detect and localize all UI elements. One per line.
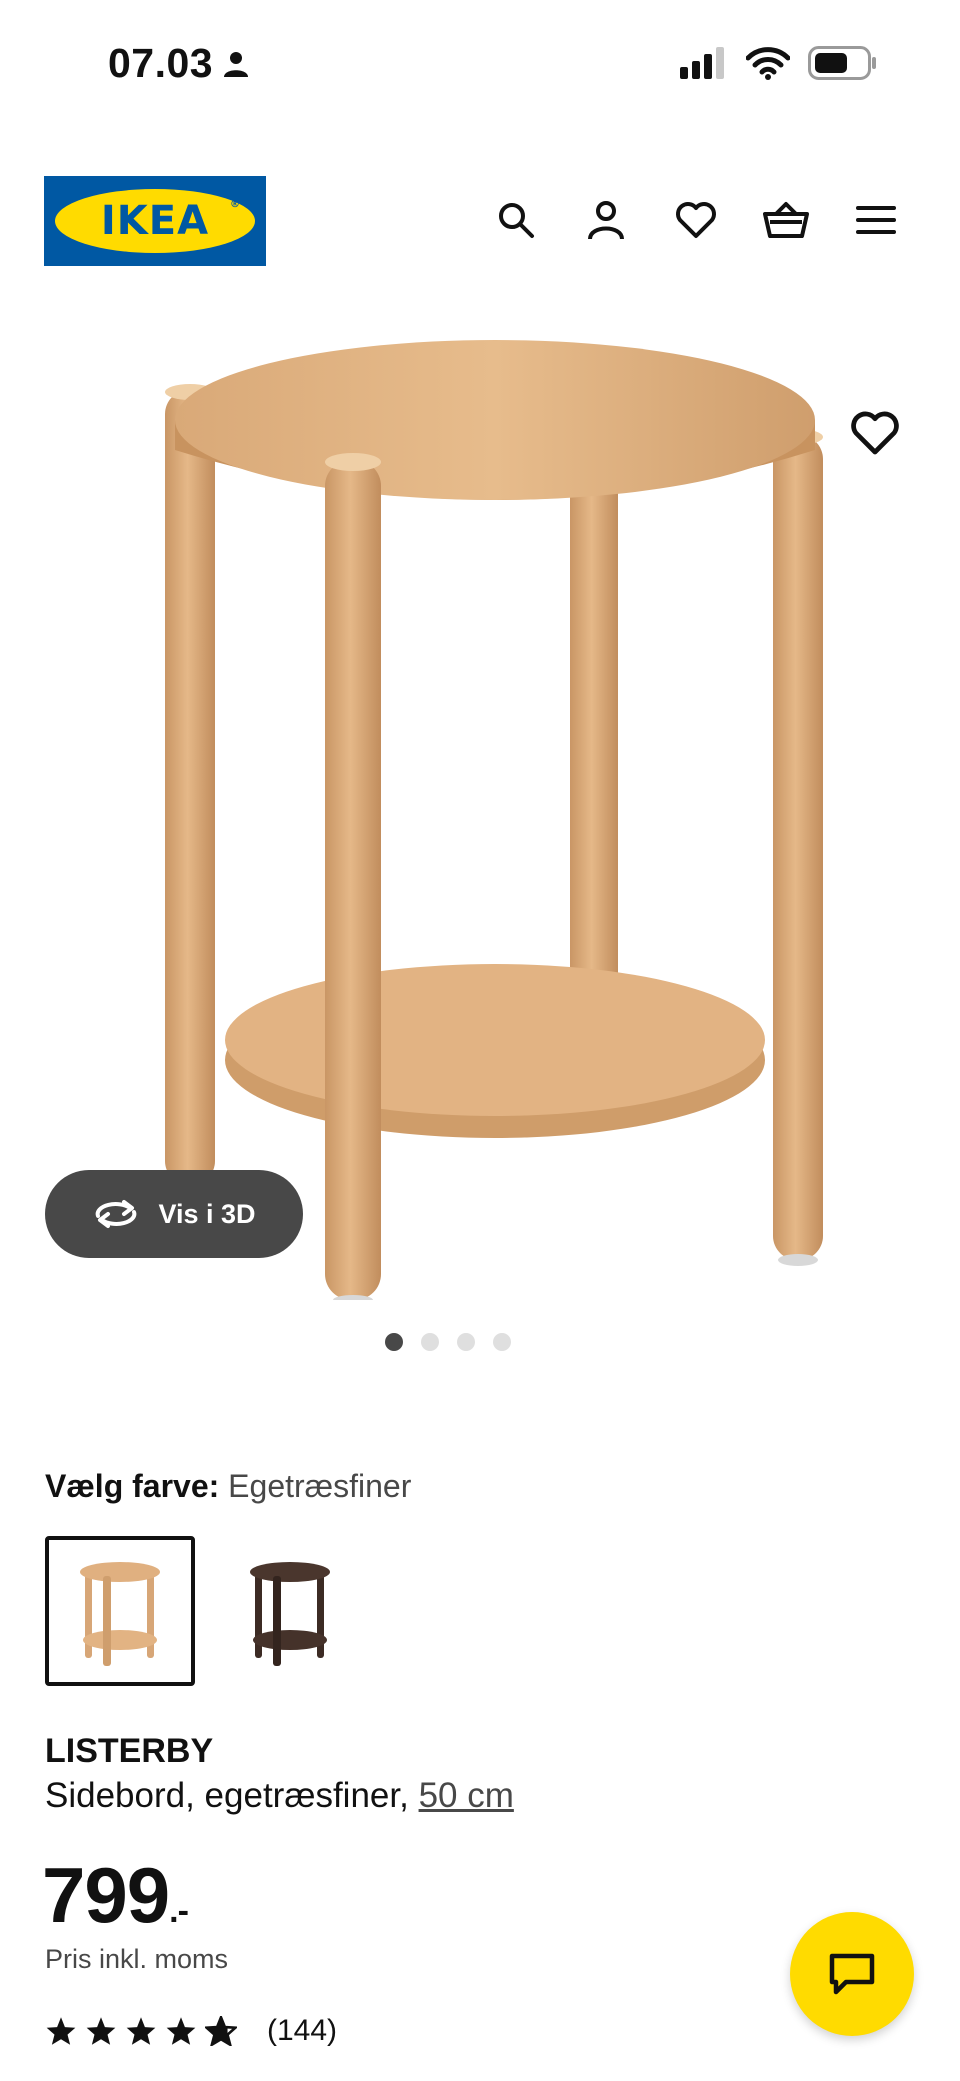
ikea-logo[interactable]: IKEA ® xyxy=(44,176,266,266)
registered-mark: ® xyxy=(230,199,241,210)
rating-count: (144) xyxy=(267,2014,338,2047)
size-link[interactable]: 50 cm xyxy=(419,1776,514,1815)
view-3d-button[interactable]: Vis i 3D xyxy=(45,1170,303,1258)
oak-table-thumbnail xyxy=(80,1562,160,1666)
carousel-dots xyxy=(0,1333,928,1351)
status-time: 07.03 xyxy=(108,40,249,87)
chat-bubble-icon xyxy=(829,1953,875,1995)
color-label-title: Vælg farve: xyxy=(45,1468,220,1504)
color-swatches xyxy=(45,1536,365,1686)
price-suffix: .- xyxy=(169,1892,189,1930)
carousel-dot[interactable] xyxy=(385,1333,403,1351)
color-label-value: Egetræsfiner xyxy=(228,1468,412,1504)
price-note: Pris inkl. moms xyxy=(45,1944,229,1974)
person-icon xyxy=(224,51,249,77)
product-description-text: Sidebord, egetræsfiner, xyxy=(45,1776,409,1815)
swatch-oak[interactable] xyxy=(45,1536,195,1686)
status-bar: 07.03 xyxy=(0,0,960,130)
dark-table-thumbnail xyxy=(250,1562,330,1666)
basket-icon[interactable] xyxy=(762,196,810,244)
logo-text: IKEA xyxy=(100,198,210,244)
price-value: 799 xyxy=(42,1851,170,1939)
chat-button[interactable] xyxy=(790,1912,914,2036)
wifi-icon xyxy=(746,47,790,80)
search-icon[interactable] xyxy=(492,196,540,244)
wishlist-heart-icon[interactable] xyxy=(850,410,900,460)
rotate-3d-icon xyxy=(96,1200,137,1228)
star-icon xyxy=(126,2017,156,2045)
color-label: Vælg farve: Egetræsfiner xyxy=(45,1468,411,1505)
product-gallery[interactable]: Vis i 3D xyxy=(0,340,960,1300)
carousel-dot[interactable] xyxy=(421,1333,439,1351)
rating-stars xyxy=(45,2016,237,2046)
site-header: IKEA ® xyxy=(0,170,960,270)
heart-icon[interactable] xyxy=(672,196,720,244)
signal-icon xyxy=(680,47,724,79)
star-icon xyxy=(86,2017,116,2045)
carousel-dot[interactable] xyxy=(493,1333,511,1351)
view-3d-label: Vis i 3D xyxy=(158,1198,256,1229)
user-icon[interactable] xyxy=(582,196,630,244)
star-icon xyxy=(46,2017,76,2045)
menu-icon[interactable] xyxy=(852,196,900,244)
logo-oval: IKEA ® xyxy=(55,189,255,253)
carousel-dot[interactable] xyxy=(457,1333,475,1351)
star-icon xyxy=(166,2017,196,2045)
status-icons xyxy=(680,46,878,80)
status-time-text: 07.03 xyxy=(108,40,214,86)
product-name: LISTERBY xyxy=(45,1732,214,1770)
half-star-icon xyxy=(205,2016,237,2046)
price: 799.- xyxy=(42,1850,189,1941)
rating[interactable]: (144) xyxy=(45,2014,337,2048)
swatch-dark-brown[interactable] xyxy=(215,1536,365,1686)
header-icons xyxy=(492,196,900,244)
product-description: Sidebord, egetræsfiner, 50 cm xyxy=(45,1776,514,1816)
product-image[interactable] xyxy=(140,340,840,1300)
battery-icon xyxy=(808,46,876,80)
